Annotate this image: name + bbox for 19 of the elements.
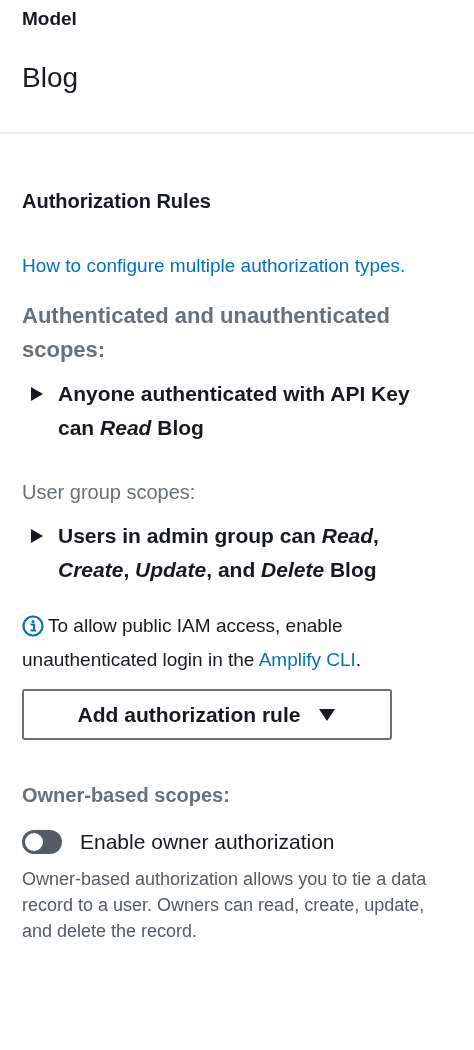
scope-heading: Authenticated and unauthenticated scopes: — [22, 302, 391, 364]
model-name: Blog — [22, 62, 80, 94]
expand-icon[interactable] — [30, 528, 44, 544]
caret-icon — [318, 707, 337, 722]
expand-icon[interactable] — [30, 386, 44, 402]
section-title: Authorization Rules — [22, 190, 212, 213]
owner-toggle[interactable] — [22, 830, 62, 854]
cli-link[interactable]: Amplify CLI — [258, 649, 356, 670]
toggle-label: Enable owner authorization — [80, 830, 335, 854]
owner-description: Owner-based authorization allows you to tie a data record to a user. Owners can read, create, update, and delete the record. — [22, 868, 428, 943]
rule-text: Users in admin group can Read, Create, Update, and Delete Blog — [58, 523, 380, 583]
info-text: To allow public IAM access, enable unauthenticated login in the Amplify CLI. — [22, 614, 363, 672]
scope-heading: User group scopes: — [22, 480, 197, 505]
scope-heading: Owner-based scopes: — [22, 783, 231, 808]
rule-text: Anyone authenticated with API Key can Read Blog — [58, 381, 411, 441]
add-rule-button[interactable]: Add authorization rule — [22, 689, 392, 740]
model-label: Model — [22, 8, 78, 30]
info-icon — [22, 615, 44, 637]
help-link[interactable]: How to configure multiple authorization types. — [22, 253, 422, 279]
